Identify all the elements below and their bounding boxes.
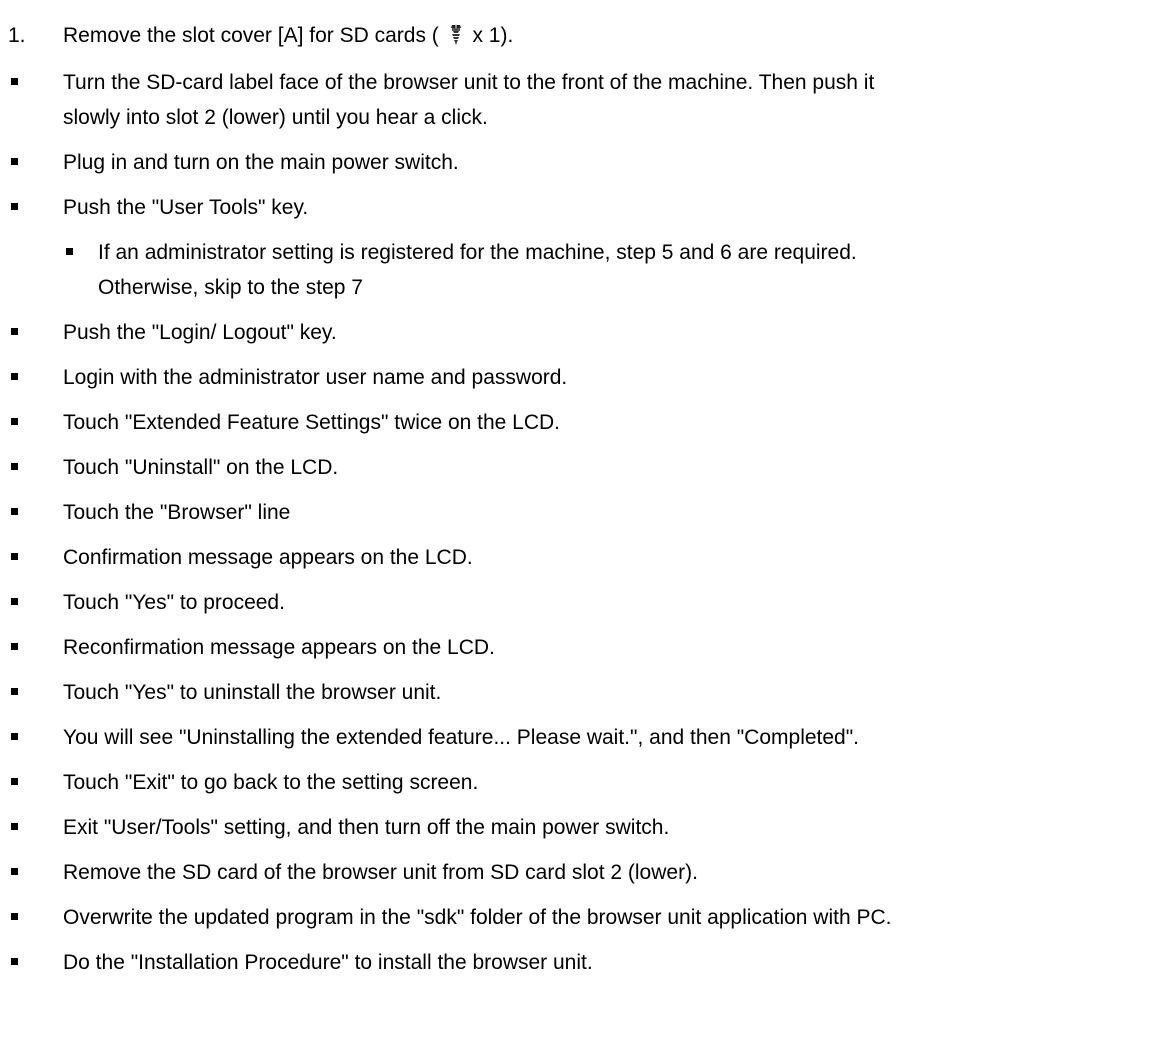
bullet-text-line: If an administrator setting is registere… [98,241,857,264]
bullet-marker [63,235,103,270]
bullet-marker [8,810,48,845]
bullet-marker [8,145,48,180]
bullet-text-line: Reconfirmation message appears on the LC… [63,636,495,659]
bullet-text-line: Remove the SD card of the browser unit f… [63,861,698,884]
bullet-marker [8,315,48,350]
bullet-text-line: Exit "User/Tools" setting, and then turn… [63,816,670,839]
bullet-marker [8,630,48,665]
step-text-after: x 1). [466,24,514,47]
bullet-text-line: You will see "Uninstalling the extended … [63,726,860,749]
bullet-marker [8,495,48,530]
bullet-text-line: Confirmation message appears on the LCD. [63,546,473,569]
bullet-text-line: Touch "Extended Feature Settings" twice … [63,411,561,434]
bullet-marker [8,765,48,800]
bullet-marker [8,360,48,395]
bullet-text-line: Overwrite the updated program in the "sd… [63,906,892,929]
bullet-marker [8,540,48,575]
bullet-text-line: Touch "Uninstall" on the LCD. [63,456,339,479]
bullet-marker [8,675,48,710]
step-text-before: Remove the slot cover [A] for SD cards ( [63,24,445,47]
bullet-marker [8,405,48,440]
screw-icon [450,25,461,45]
bullet-marker [8,585,48,620]
bullet-marker [8,945,48,980]
bullet-text-line: Login with the administrator user name a… [63,366,568,389]
bullet-marker [8,65,48,100]
step-number: 1. [8,24,26,47]
bullet-text-line: Do the "Installation Procedure" to insta… [63,951,593,974]
bullet-text-line: Touch "Yes" to proceed. [63,591,285,614]
bullet-marker [8,855,48,890]
bullet-text-line: Push the "User Tools" key. [63,196,309,219]
bullet-text-line: Touch the "Browser" line [63,501,291,524]
bullet-marker [8,900,48,935]
bullet-text-line: Touch "Exit" to go back to the setting s… [63,771,479,794]
bullet-marker [8,190,48,225]
bullet-text-line: Plug in and turn on the main power switc… [63,151,459,174]
bullet-marker [8,450,48,485]
bullet-marker [8,720,48,755]
bullet-text-line: Push the "Login/ Logout" key. [63,321,337,344]
bullet-text-line: slowly into slot 2 (lower) until you hea… [63,106,488,129]
bullet-text-line: Otherwise, skip to the step 7 [98,276,363,299]
bullet-text-line: Touch "Yes" to uninstall the browser uni… [63,681,442,704]
bullet-text-line: Turn the SD-card label face of the brows… [63,71,875,94]
